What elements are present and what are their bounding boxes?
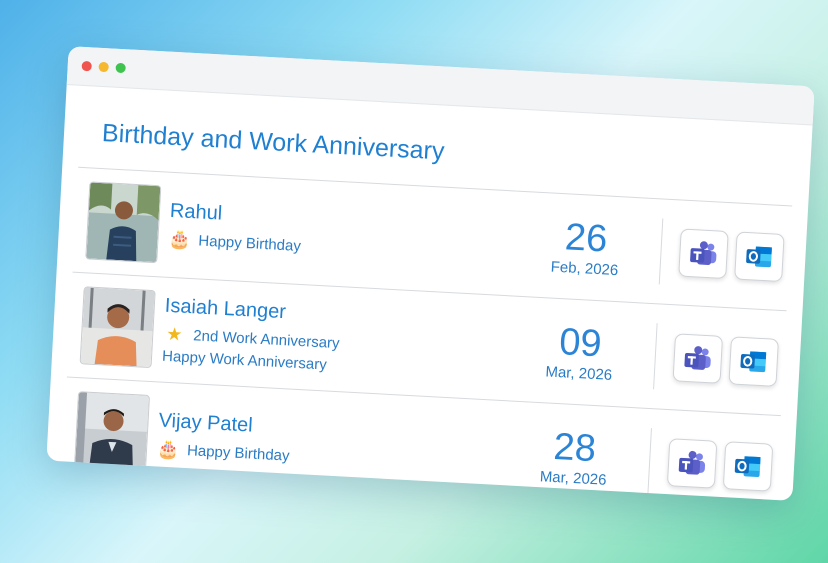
teams-button[interactable] xyxy=(672,333,724,384)
avatar[interactable] xyxy=(85,181,162,264)
event-text: 2nd Work Anniversary xyxy=(192,327,340,353)
birthday-anniversary-card: Birthday and Work Anniversary Rahul 🎂 Ha… xyxy=(46,85,812,501)
divider xyxy=(647,428,652,495)
outlook-button[interactable] xyxy=(722,441,774,492)
zoom-window-button[interactable] xyxy=(115,62,126,74)
teams-button[interactable] xyxy=(666,438,718,489)
divider xyxy=(658,218,664,285)
divider xyxy=(653,323,658,390)
minimize-window-button[interactable] xyxy=(98,61,109,73)
event-day: 28 xyxy=(552,425,598,470)
event-date: 09 Mar, 2026 xyxy=(523,320,636,385)
event-month: Feb, 2026 xyxy=(550,258,619,279)
entry-info: Vijay Patel 🎂 Happy Birthday xyxy=(147,409,521,479)
teams-icon xyxy=(678,450,706,475)
outlook-icon xyxy=(746,246,772,268)
entry-info: Rahul 🎂 Happy Birthday xyxy=(158,199,532,269)
event-day: 26 xyxy=(563,215,609,260)
teams-icon xyxy=(684,346,711,370)
teams-icon xyxy=(690,241,717,265)
outlook-icon xyxy=(734,456,761,477)
outlook-button[interactable] xyxy=(728,336,779,387)
birthday-cake-icon: 🎂 xyxy=(167,228,192,250)
event-text: Happy Birthday xyxy=(186,442,290,465)
avatar[interactable] xyxy=(79,286,156,369)
entry-info: Isaiah Langer ★ 2nd Work Anniversary Hap… xyxy=(152,294,527,384)
action-buttons xyxy=(678,228,790,283)
action-buttons xyxy=(672,333,785,387)
event-date: 28 Mar, 2026 xyxy=(518,425,631,490)
event-text: Happy Birthday xyxy=(197,232,302,255)
event-month: Mar, 2026 xyxy=(545,362,613,384)
birthday-cake-icon: 🎂 xyxy=(156,438,181,460)
avatar[interactable] xyxy=(73,391,151,473)
close-window-button[interactable] xyxy=(81,60,92,72)
teams-button[interactable] xyxy=(678,228,729,279)
outlook-button[interactable] xyxy=(734,231,785,283)
event-date: 26 Feb, 2026 xyxy=(529,215,642,280)
browser-window: Birthday and Work Anniversary Rahul 🎂 Ha… xyxy=(46,46,815,501)
event-month: Mar, 2026 xyxy=(539,467,607,489)
outlook-icon xyxy=(740,351,767,373)
event-day: 09 xyxy=(558,320,603,365)
action-buttons xyxy=(666,438,779,492)
star-icon: ★ xyxy=(165,323,183,345)
